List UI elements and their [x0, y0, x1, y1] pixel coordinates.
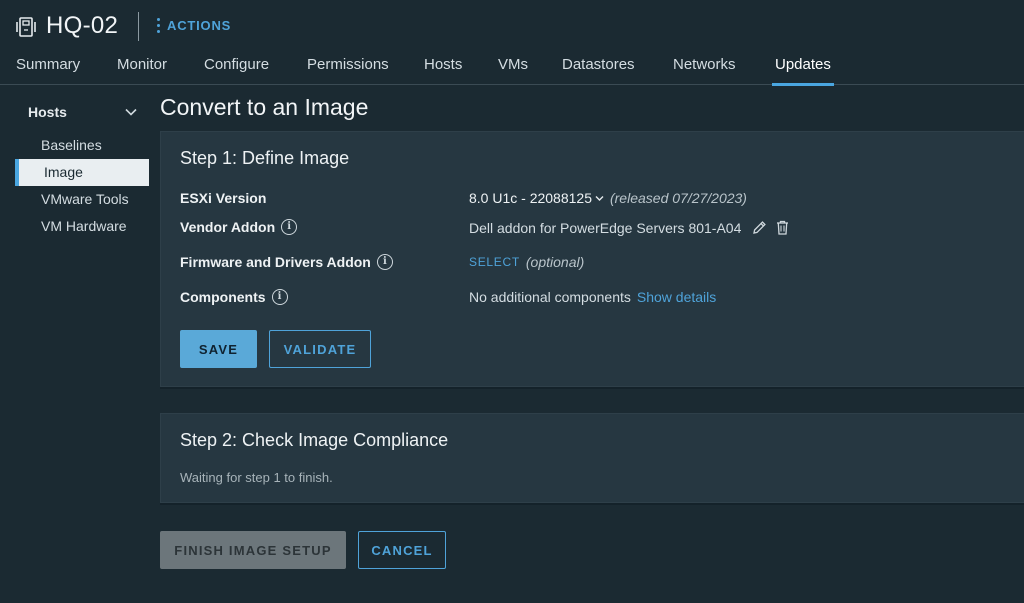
- chevron-down-icon: [595, 195, 604, 201]
- tab-bar: Summary Monitor Configure Permissions Ho…: [0, 52, 1024, 86]
- tab-permissions[interactable]: Permissions: [307, 56, 389, 85]
- components-label: Components i: [180, 289, 288, 305]
- step2-status-text: Waiting for step 1 to finish.: [180, 470, 333, 485]
- header-divider: [138, 12, 139, 41]
- info-icon[interactable]: i: [271, 289, 288, 305]
- tab-hosts[interactable]: Hosts: [424, 56, 462, 85]
- tab-summary[interactable]: Summary: [16, 56, 80, 85]
- tab-networks[interactable]: Networks: [673, 56, 736, 85]
- sidebar-item-image[interactable]: Image: [15, 159, 149, 186]
- sidebar-item-baselines[interactable]: Baselines: [15, 132, 149, 159]
- step1-title: Step 1: Define Image: [180, 148, 350, 168]
- show-details-link[interactable]: Show details: [637, 289, 716, 305]
- tab-configure[interactable]: Configure: [204, 56, 269, 85]
- host-icon: [16, 17, 36, 37]
- firmware-addon-label-text: Firmware and Drivers Addon: [180, 254, 371, 270]
- step2-card: Step 2: Check Image Compliance Waiting f…: [160, 413, 1024, 503]
- actions-menu-button[interactable]: ACTIONS: [156, 18, 231, 33]
- esxi-version-label: ESXi Version: [180, 190, 266, 206]
- sidebar-item-vmware-tools[interactable]: VMware Tools: [15, 186, 149, 213]
- page-object-title: HQ-02: [46, 12, 119, 39]
- tab-datastores[interactable]: Datastores: [562, 56, 635, 85]
- step2-title: Step 2: Check Image Compliance: [180, 430, 449, 450]
- components-value: No additional components Show details: [469, 289, 716, 305]
- validate-button[interactable]: VALIDATE: [269, 330, 371, 368]
- vendor-addon-label-text: Vendor Addon: [180, 219, 276, 235]
- esxi-version-dropdown[interactable]: 8.0 U1c - 22088125: [469, 190, 604, 206]
- info-icon[interactable]: i: [281, 219, 298, 235]
- vendor-addon-value: Dell addon for PowerEdge Servers 801-A04: [469, 219, 791, 236]
- actions-label: ACTIONS: [167, 18, 232, 33]
- firmware-select-link[interactable]: SELECT: [469, 255, 520, 269]
- firmware-addon-label: Firmware and Drivers Addon i: [180, 254, 393, 270]
- kebab-icon: [156, 18, 161, 33]
- vendor-addon-label: Vendor Addon i: [180, 219, 298, 235]
- esxi-version-value: 8.0 U1c - 22088125 (released 07/27/2023): [469, 190, 747, 206]
- page-title: Convert to an Image: [160, 94, 369, 120]
- firmware-addon-value: SELECT (optional): [469, 254, 584, 270]
- finish-image-setup-button[interactable]: FINISH IMAGE SETUP: [160, 531, 346, 569]
- sidebar-item-vm-hardware[interactable]: VM Hardware: [15, 213, 149, 240]
- esxi-version-label-text: ESXi Version: [180, 190, 267, 206]
- tab-vms[interactable]: VMs: [498, 56, 528, 85]
- tab-monitor[interactable]: Monitor: [117, 56, 167, 85]
- cancel-button[interactable]: CANCEL: [358, 531, 446, 569]
- esxi-release-date: (released 07/27/2023): [609, 190, 747, 206]
- vendor-addon-text: Dell addon for PowerEdge Servers 801-A04: [469, 219, 742, 236]
- components-label-text: Components: [180, 289, 266, 305]
- trash-icon[interactable]: [774, 219, 791, 236]
- sidebar: Hosts Baselines Image VMware Tools VM Ha…: [0, 86, 150, 603]
- sidebar-hosts-header[interactable]: Hosts: [28, 104, 140, 120]
- info-icon[interactable]: i: [376, 254, 393, 270]
- save-button[interactable]: SAVE: [180, 330, 257, 368]
- components-text: No additional components: [469, 289, 631, 305]
- pencil-icon[interactable]: [751, 219, 768, 236]
- step1-card: Step 1: Define Image ESXi Version 8.0 U1…: [160, 131, 1024, 387]
- sidebar-heading-label: Hosts: [28, 104, 67, 120]
- object-header: HQ-02 ACTIONS: [0, 0, 1024, 52]
- tab-updates[interactable]: Updates: [772, 56, 834, 86]
- esxi-version-text: 8.0 U1c - 22088125: [469, 190, 592, 206]
- firmware-optional-text: (optional): [525, 254, 585, 270]
- chevron-down-icon: [125, 108, 137, 116]
